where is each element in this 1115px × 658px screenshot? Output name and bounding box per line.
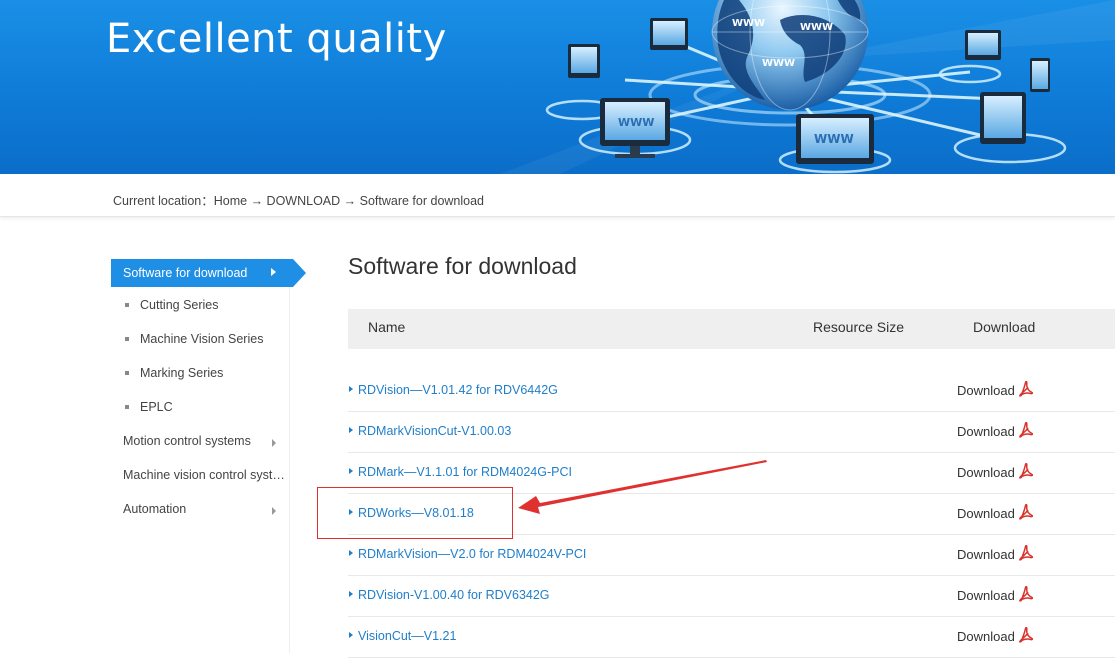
breadcrumb: Current location：Home → DOWNLOAD → Softw… <box>113 190 484 209</box>
sidebar-subitem-label: Cutting Series <box>140 298 219 312</box>
sidebar-subitem-eplc[interactable]: EPLC <box>111 395 289 419</box>
download-link[interactable]: Download <box>957 383 1015 398</box>
triangle-bullet-icon <box>349 632 353 638</box>
column-header-name: Name <box>368 319 406 335</box>
triangle-bullet-icon <box>349 550 353 556</box>
sidebar-item-label: Motion control systems <box>123 434 251 448</box>
download-link[interactable]: Download <box>957 588 1015 603</box>
svg-text:WWW: WWW <box>800 22 833 33</box>
download-link[interactable]: Download <box>957 424 1015 439</box>
breadcrumb-prefix: Current location： <box>113 194 214 208</box>
page-title: Software for download <box>348 253 577 279</box>
sidebar-item-machine-vision-control-systems[interactable]: Machine vision control systems <box>111 463 289 487</box>
download-link[interactable]: Download <box>957 547 1015 562</box>
software-name-link[interactable]: VisionCut—V1.21 <box>358 629 456 643</box>
table-row: RDMarkVisionCut-V1.00.03 Download <box>348 412 1115 453</box>
breadcrumb-bar: Current location：Home → DOWNLOAD → Softw… <box>0 174 1115 217</box>
sidebar-item-label: Automation <box>123 502 187 516</box>
sidebar-item-label: Software for download <box>123 266 248 280</box>
sidebar-subitem-label: EPLC <box>140 400 173 414</box>
bullet-icon <box>125 405 129 409</box>
software-name-link[interactable]: RDMarkVisionCut-V1.00.03 <box>358 424 511 438</box>
table-header: Name Resource Size Download <box>348 309 1115 349</box>
software-name-link[interactable]: RDMarkVision—V2.0 for RDM4024V-PCI <box>358 547 586 561</box>
software-name-link[interactable]: RDVision-V1.00.40 for RDV6342G <box>358 588 550 602</box>
triangle-bullet-icon <box>349 591 353 597</box>
chevron-right-icon <box>272 507 276 515</box>
header-banner: Excellent quality WWW WWW WWW WWW WWW <box>0 0 1115 174</box>
pdf-icon[interactable] <box>1019 422 1033 438</box>
column-header-download: Download <box>973 319 1036 335</box>
chevron-right-icon <box>271 268 276 276</box>
pdf-icon[interactable] <box>1019 381 1033 397</box>
svg-text:WWW: WWW <box>814 132 854 146</box>
sidebar-item-motion-control-systems[interactable]: Motion control systems <box>111 429 289 453</box>
triangle-bullet-icon <box>349 468 353 474</box>
breadcrumb-home-link[interactable]: Home <box>214 194 247 208</box>
download-link[interactable]: Download <box>957 506 1015 521</box>
download-link[interactable]: Download <box>957 465 1015 480</box>
annotation-highlight-box <box>317 487 513 539</box>
pdf-icon[interactable] <box>1019 545 1033 561</box>
triangle-bullet-icon <box>349 427 353 433</box>
svg-text:WWW: WWW <box>618 116 654 129</box>
bullet-icon <box>125 337 129 341</box>
sidebar-subitem-label: Machine Vision Series <box>140 332 264 346</box>
sidebar-subitem-machine-vision-series[interactable]: Machine Vision Series <box>111 327 289 351</box>
bullet-icon <box>125 371 129 375</box>
sidebar-item-automation[interactable]: Automation <box>111 497 289 521</box>
software-name-link[interactable]: RDMark—V1.1.01 for RDM4024G-PCI <box>358 465 572 479</box>
pdf-icon[interactable] <box>1019 627 1033 643</box>
bullet-icon <box>125 303 129 307</box>
network-globe-illustration: WWW WWW WWW WWW WWW <box>500 0 1115 174</box>
sidebar-nav: Software for download Cutting Series Mac… <box>111 259 306 653</box>
software-name-link[interactable]: RDVision—V1.01.42 for RDV6442G <box>358 383 558 397</box>
sidebar-item-label: Machine vision control systems <box>123 468 289 482</box>
column-header-resource-size: Resource Size <box>813 319 905 335</box>
pdf-icon[interactable] <box>1019 586 1033 602</box>
pdf-icon[interactable] <box>1019 504 1033 520</box>
breadcrumb-separator: → <box>247 194 267 208</box>
pdf-icon[interactable] <box>1019 463 1033 479</box>
svg-text:WWW: WWW <box>732 18 765 29</box>
sidebar-subitem-marking-series[interactable]: Marking Series <box>111 361 289 385</box>
download-link[interactable]: Download <box>957 629 1015 644</box>
banner-title: Excellent quality <box>106 16 447 62</box>
breadcrumb-download-link[interactable]: DOWNLOAD <box>267 194 341 208</box>
sidebar-item-software-for-download[interactable]: Software for download <box>111 259 306 287</box>
svg-text:WWW: WWW <box>762 58 795 69</box>
breadcrumb-separator: → <box>340 194 360 208</box>
table-row: RDMarkVision—V2.0 for RDM4024V-PCI Downlo… <box>348 535 1115 576</box>
sidebar-subitem-cutting-series[interactable]: Cutting Series <box>111 293 289 317</box>
breadcrumb-current[interactable]: Software for download <box>360 194 484 208</box>
table-row: VisionCut—V1.21 Download <box>348 617 1115 658</box>
table-row: RDVision—V1.01.42 for RDV6442G Download <box>348 371 1115 412</box>
chevron-right-icon <box>272 439 276 447</box>
triangle-bullet-icon <box>349 386 353 392</box>
sidebar-subitem-label: Marking Series <box>140 366 224 380</box>
table-row: RDVision-V1.00.40 for RDV6342G Download <box>348 576 1115 617</box>
